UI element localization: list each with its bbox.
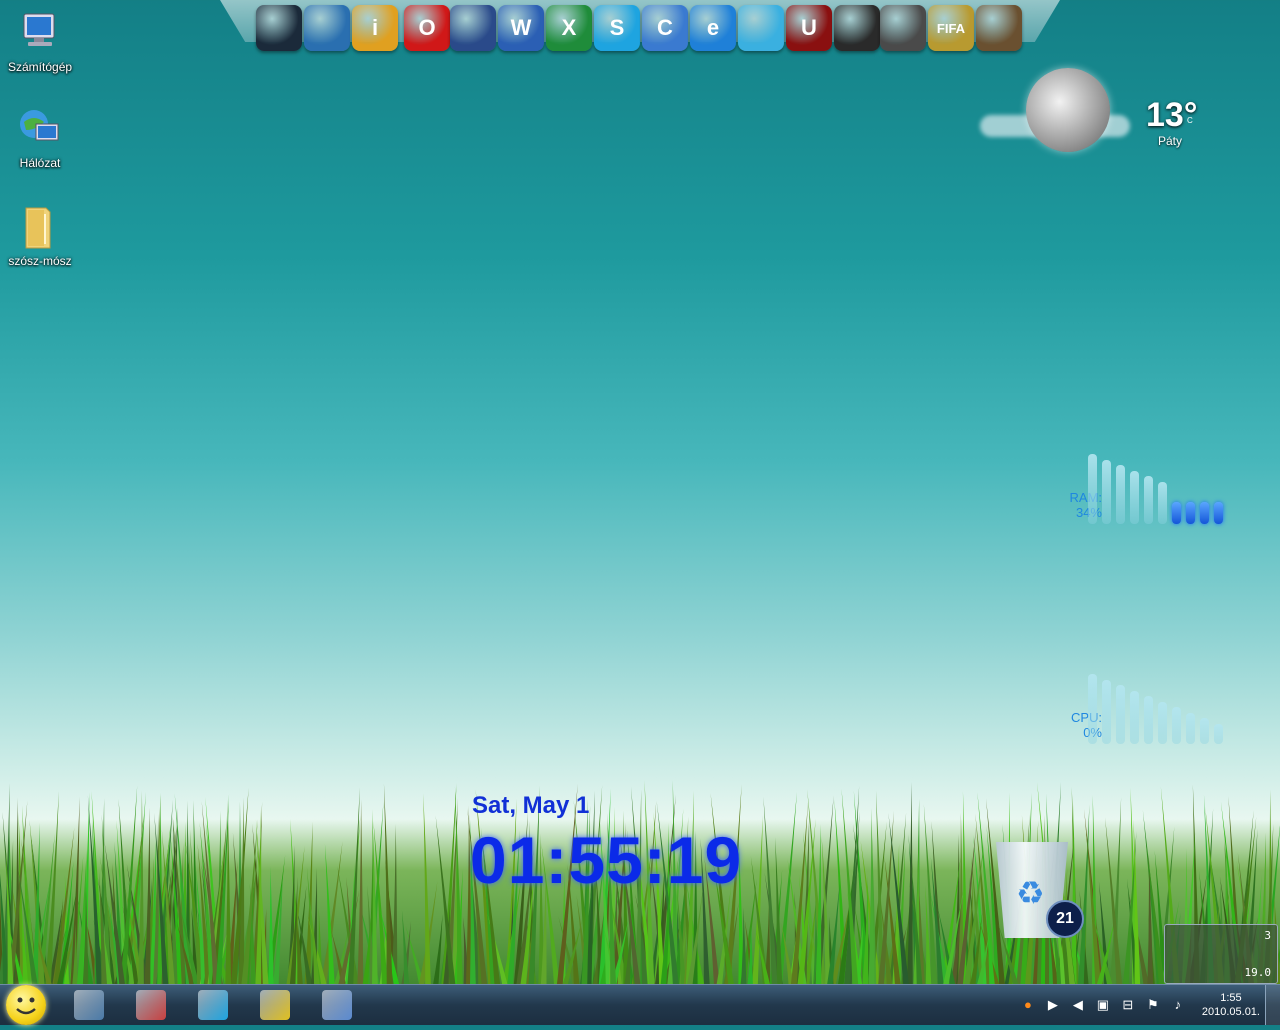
clock-time: 01:55:19	[470, 823, 743, 897]
moon-icon	[1026, 68, 1110, 152]
ram-bars	[1070, 448, 1230, 548]
disk-manager-icon	[136, 990, 166, 1020]
computer-icon	[16, 8, 64, 56]
gta-icon[interactable]	[976, 5, 1022, 51]
start-button[interactable]	[4, 985, 48, 1025]
opera-icon[interactable]: O	[404, 5, 450, 51]
weather-gadget[interactable]: 13° C Páty	[980, 60, 1220, 160]
meter-bar	[1214, 502, 1223, 524]
settings-shield-icon	[322, 990, 352, 1020]
meter-bar	[1130, 690, 1139, 744]
meter-bar	[1130, 470, 1139, 524]
meter-bar	[1102, 459, 1111, 524]
mini-gadget-top-value: 3	[1264, 929, 1271, 942]
recycle-symbol-icon: ♻	[1016, 875, 1045, 911]
desktop-icon-label: Számítógép	[8, 60, 73, 74]
meter-bar	[1144, 696, 1153, 744]
taskbar-button[interactable]	[188, 987, 238, 1023]
meter-bar	[1214, 723, 1223, 744]
taskbar-button[interactable]	[126, 987, 176, 1023]
computer-icon[interactable]	[256, 5, 302, 51]
meter-bar	[1116, 685, 1125, 744]
meter-bar	[1172, 502, 1181, 524]
top-dock: i O W X S Ce U FIFA	[220, 0, 1060, 52]
ram-meter-gadget[interactable]: RAM: 34%	[1030, 448, 1230, 548]
desktop-icon-network[interactable]: Hálózat	[8, 104, 72, 170]
meter-bar	[1172, 707, 1181, 744]
ccleaner-icon[interactable]: C	[642, 5, 688, 51]
flag-icon[interactable]: ⚑	[1145, 997, 1161, 1013]
smiley-start-icon	[6, 985, 46, 1025]
tray-clock[interactable]: 1:55 2010.05.01.	[1202, 991, 1260, 1019]
fifa-icon[interactable]: FIFA	[928, 5, 974, 51]
network-tool-icon	[260, 990, 290, 1020]
recycle-bin[interactable]: ♻ 21	[992, 836, 1084, 940]
folder-icon	[16, 202, 64, 250]
avast-icon[interactable]: ●	[1020, 997, 1036, 1013]
monitor-icon[interactable]: ▣	[1095, 997, 1111, 1013]
meter-bar	[1200, 502, 1209, 524]
weather-unit: C	[1187, 116, 1193, 125]
taskbar-button[interactable]	[312, 987, 362, 1023]
desktop-icon-computer[interactable]: Számítógép	[8, 8, 72, 74]
meter-bar	[1200, 718, 1209, 744]
info-icon[interactable]: i	[352, 5, 398, 51]
meter-bar	[1088, 454, 1097, 524]
word-icon[interactable]: W	[498, 5, 544, 51]
excel-icon[interactable]: X	[546, 5, 592, 51]
meter-bar	[1186, 712, 1195, 744]
tray-time: 1:55	[1220, 992, 1242, 1004]
tray-date: 2010.05.01.	[1201, 1006, 1260, 1018]
desktop-icon-folder[interactable]: szósz-mósz	[8, 202, 72, 268]
cpu-bars	[1070, 668, 1230, 768]
desktop-icon-label: szósz-mósz	[8, 254, 72, 268]
meter-bar	[1158, 701, 1167, 744]
meter-bar	[1158, 481, 1167, 524]
meter-bar	[1186, 502, 1195, 524]
grass-blade	[267, 866, 274, 990]
grass-blade	[763, 796, 778, 990]
network-icon	[16, 104, 64, 152]
skype-icon	[198, 990, 228, 1020]
meter-bar	[1116, 465, 1125, 524]
unreal-icon[interactable]: U	[786, 5, 832, 51]
weather-city: Páty	[1158, 134, 1183, 148]
meter-bar	[1088, 674, 1097, 744]
taskbar-button[interactable]	[250, 987, 300, 1023]
speaker-icon[interactable]: ♪	[1170, 997, 1186, 1013]
show-desktop-button[interactable]	[1265, 985, 1280, 1025]
internet-explorer-icon[interactable]: e	[690, 5, 736, 51]
system-tray: ● ▶ ◀ ▣ ⊟ ⚑ ♪ 1:55 2010.05.01.	[1020, 985, 1260, 1025]
game-soldier-icon[interactable]	[834, 5, 880, 51]
desktop-icon-label: Hálózat	[19, 156, 61, 170]
clock-date: Sat, May 1	[472, 792, 590, 819]
cpu-meter-gadget[interactable]: CPU: 0%	[1030, 668, 1230, 768]
skype-icon[interactable]: S	[594, 5, 640, 51]
messenger-icon[interactable]	[738, 5, 784, 51]
taskbar-button[interactable]	[64, 987, 114, 1023]
meter-bar	[1144, 476, 1153, 524]
meter-bar	[1102, 679, 1111, 744]
taskbar: ● ▶ ◀ ▣ ⊟ ⚑ ♪ 1:55 2010.05.01.	[0, 984, 1280, 1025]
recycle-bin-count: 21	[1046, 900, 1084, 938]
network-tray-icon[interactable]: ⊟	[1120, 997, 1136, 1013]
steam-icon[interactable]	[450, 5, 496, 51]
volume-warning-icon[interactable]: ◀	[1070, 997, 1086, 1013]
crysis-icon[interactable]	[880, 5, 926, 51]
network-icon[interactable]	[304, 5, 350, 51]
media-icon[interactable]: ▶	[1045, 997, 1061, 1013]
remote-desktop-icon	[74, 990, 104, 1020]
system-mini-gadget[interactable]: 3 19.0	[1164, 924, 1278, 984]
mini-gadget-bottom-value: 19.0	[1244, 966, 1272, 979]
